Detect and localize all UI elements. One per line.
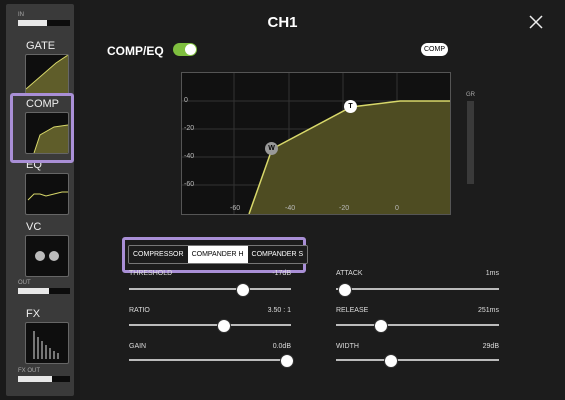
sidebar-item-gate[interactable] (25, 54, 69, 96)
tab-compander-h[interactable]: COMPANDER H (187, 246, 248, 263)
threshold-handle[interactable]: T (344, 100, 357, 113)
tab-compressor[interactable]: COMPRESSOR (129, 246, 188, 263)
gain-slider-knob[interactable] (280, 354, 295, 368)
x-tick-label: -40 (285, 205, 296, 212)
curve-svg (182, 73, 450, 214)
x-tick-label: -60 (230, 205, 241, 212)
ratio-slider-knob[interactable] (216, 319, 231, 333)
width-slider[interactable] (336, 354, 499, 368)
comp-eq-enable-toggle[interactable] (173, 43, 197, 56)
attack-value: 1ms (485, 270, 499, 277)
gain-reduction-label: GR (466, 92, 475, 98)
fx-output-level-meter (18, 376, 70, 382)
tab-compander-s[interactable]: COMPANDER S (247, 246, 308, 263)
output-meter-label: OUT (18, 280, 31, 286)
y-tick-label: -40 (184, 153, 195, 160)
release-value: 251ms (477, 307, 499, 314)
channel-title: CH1 (267, 14, 298, 31)
vc-knobs-icon (35, 251, 59, 261)
output-level-meter (18, 288, 70, 294)
width-handle[interactable]: W (265, 142, 278, 155)
threshold-value: -17dB (272, 270, 291, 277)
module-sidebar: IN GATE COMP EQ VC OUT FX FX OUT (6, 4, 74, 396)
gain-value: 0.0dB (272, 343, 291, 350)
release-label: RELEASE (336, 307, 369, 314)
section-title: COMP/EQ (107, 44, 164, 58)
gain-label: GAIN (129, 343, 147, 350)
threshold-slider[interactable] (129, 283, 291, 297)
threshold-label: THRESHOLD (129, 270, 173, 277)
sidebar-item-fx-label: FX (26, 308, 41, 320)
release-slider[interactable] (336, 319, 499, 333)
gate-curve-icon (26, 55, 68, 95)
sidebar-item-gate-label: GATE (26, 40, 56, 52)
fx-bars-icon (33, 331, 59, 359)
x-tick-label: -20 (339, 205, 350, 212)
fx-output-meter-label: FX OUT (18, 368, 40, 374)
close-icon[interactable] (528, 14, 544, 30)
sidebar-item-eq[interactable] (25, 173, 69, 215)
y-tick-label: 0 (184, 97, 188, 104)
width-value: 29dB (482, 343, 499, 350)
eq-curve-icon (27, 191, 68, 201)
release-slider-knob[interactable] (374, 319, 388, 333)
attack-slider[interactable] (336, 283, 499, 297)
y-tick-label: -60 (184, 181, 195, 188)
comp-badge[interactable]: COMP (421, 43, 448, 56)
ratio-value: 3.50 : 1 (267, 307, 291, 314)
attack-label: ATTACK (336, 270, 363, 277)
x-tick-label: 0 (395, 205, 399, 212)
width-label: WIDTH (336, 343, 359, 350)
ratio-label: RATIO (129, 307, 150, 314)
gain-reduction-meter (467, 101, 474, 184)
threshold-slider-knob[interactable] (236, 283, 251, 297)
width-slider-knob[interactable] (383, 354, 398, 368)
sidebar-item-fx[interactable] (25, 322, 69, 364)
sidebar-item-vc[interactable] (25, 235, 69, 277)
compressor-curve-graph[interactable]: 0 -20 -40 -60 -60 -40 -20 0 T W (181, 72, 451, 215)
ratio-slider[interactable] (129, 319, 291, 333)
mode-tab-group: COMPRESSOR COMPANDER H COMPANDER S (128, 245, 309, 264)
attack-slider-knob[interactable] (338, 283, 353, 297)
y-tick-label: -20 (184, 125, 195, 132)
gain-slider[interactable] (129, 354, 295, 368)
comp-selection-highlight (10, 93, 74, 163)
sidebar-item-vc-label: VC (26, 221, 42, 233)
